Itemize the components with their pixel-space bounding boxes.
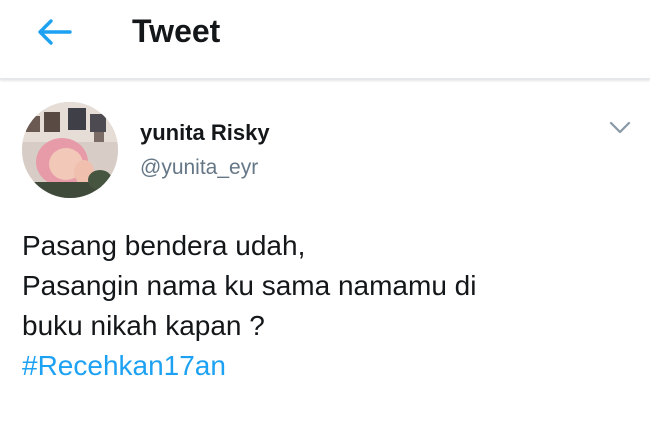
tweet-text-line: Pasangin nama ku sama namamu di (22, 270, 477, 301)
back-button[interactable] (30, 12, 78, 52)
hashtag-link[interactable]: #Recehkan17an (22, 346, 622, 386)
tweet-menu-button[interactable] (604, 116, 636, 140)
user-display-name[interactable]: yunita Risky (140, 120, 270, 146)
tweet-text: Pasang bendera udah, Pasangin nama ku sa… (22, 226, 622, 386)
avatar[interactable] (22, 102, 118, 198)
tweet-detail: yunita Risky @yunita_eyr Pasang bendera … (0, 80, 650, 438)
chevron-down-icon (609, 121, 631, 134)
arrow-left-icon (38, 19, 72, 45)
user-handle[interactable]: @yunita_eyr (140, 155, 258, 181)
tweet-text-line: Pasang bendera udah, (22, 230, 306, 261)
page-title: Tweet (132, 13, 221, 49)
tweet-text-line: buku nikah kapan ? (22, 310, 265, 341)
top-app-bar: Tweet (0, 0, 650, 79)
profile-photo-image (22, 102, 118, 198)
